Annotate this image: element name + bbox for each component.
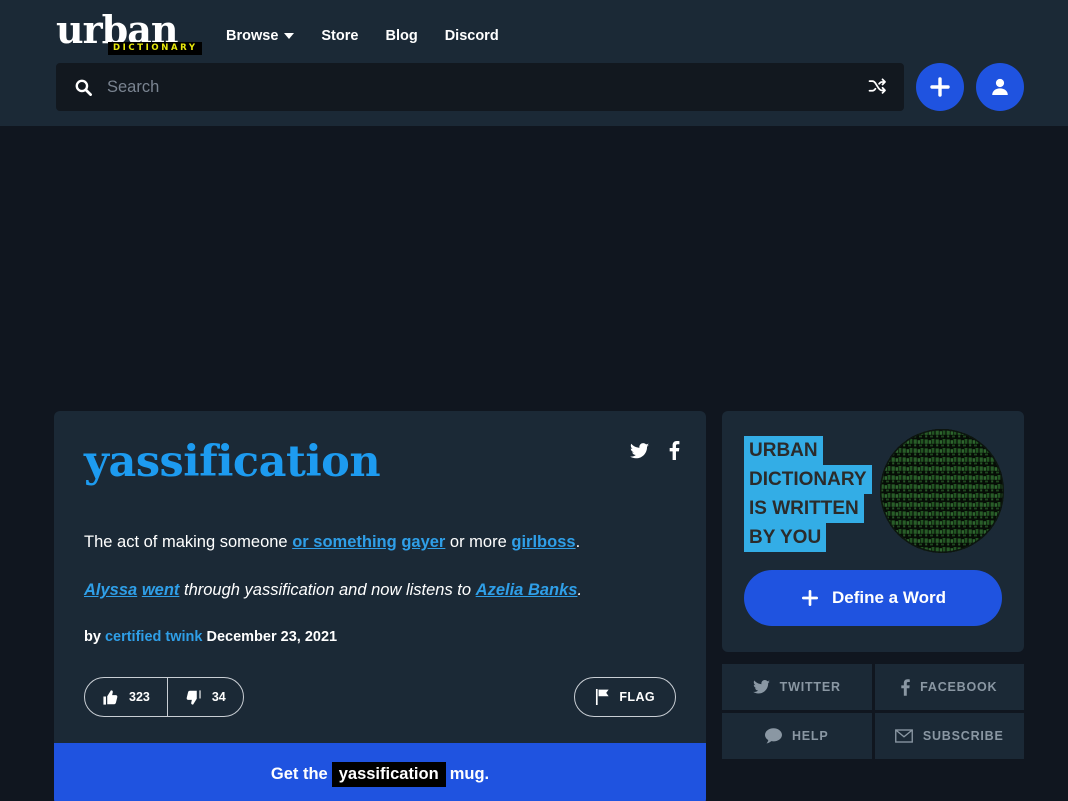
example-link-alyssa[interactable]: Alyssa bbox=[84, 581, 137, 599]
nav-label-blog: Blog bbox=[385, 28, 418, 44]
page-body: yassification The act of making someone … bbox=[0, 126, 1068, 801]
tile-facebook[interactable]: FACEBOOK bbox=[874, 664, 1024, 710]
tile-help[interactable]: HELP bbox=[722, 713, 872, 759]
nav-item-store[interactable]: Store bbox=[321, 28, 358, 44]
definition-share-row bbox=[630, 441, 680, 460]
flag-button[interactable]: FLAG bbox=[574, 677, 676, 717]
define-a-word-button[interactable]: Define a Word bbox=[744, 570, 1002, 626]
tile-label-twitter: TWITTER bbox=[779, 680, 841, 694]
meaning-text-4: or more bbox=[445, 533, 512, 551]
downvote-button[interactable]: 34 bbox=[166, 678, 243, 716]
mug-banner[interactable]: Get the yassification mug. bbox=[54, 743, 706, 801]
add-definition-button[interactable] bbox=[916, 63, 964, 111]
vote-control: 323 34 bbox=[84, 677, 244, 717]
search-input[interactable] bbox=[107, 77, 864, 97]
logo-subtitle: DICTIONARY bbox=[108, 42, 202, 55]
thumbs-down-icon bbox=[185, 689, 202, 706]
define-a-word-label: Define a Word bbox=[832, 588, 946, 607]
main-nav: Browse Store Blog Discord bbox=[226, 28, 499, 44]
nav-item-browse[interactable]: Browse bbox=[226, 28, 295, 44]
promo-line-4: BY YOU bbox=[744, 523, 827, 552]
definition-example: Alyssa went through yassification and no… bbox=[84, 577, 676, 603]
promo-line-1: URBAN bbox=[744, 436, 823, 465]
nav-label-discord: Discord bbox=[444, 28, 499, 44]
search-icon bbox=[74, 78, 93, 97]
example-link-went[interactable]: went bbox=[142, 581, 180, 599]
downvote-count: 34 bbox=[211, 690, 226, 704]
sidebar-tiles: TWITTER FACEBOOK HELP SUBSCRIBE bbox=[722, 664, 1024, 759]
account-button[interactable] bbox=[976, 63, 1024, 111]
content-area: yassification The act of making someone … bbox=[54, 411, 1024, 801]
meaning-link-or-something[interactable]: or something bbox=[292, 533, 397, 551]
nav-item-discord[interactable]: Discord bbox=[445, 28, 499, 44]
flag-label: FLAG bbox=[619, 690, 655, 704]
tile-twitter[interactable]: TWITTER bbox=[722, 664, 872, 710]
promo-card: URBAN DICTIONARY IS WRITTEN BY YOU Defin… bbox=[722, 411, 1024, 652]
definition-body: yassification The act of making someone … bbox=[54, 411, 706, 743]
shuffle-icon[interactable] bbox=[864, 77, 890, 97]
facebook-icon[interactable] bbox=[669, 441, 680, 460]
example-link-azelia-banks[interactable]: Azelia Banks bbox=[476, 581, 578, 599]
meaning-text-0: The act of making someone bbox=[84, 533, 293, 551]
chat-bubble-icon bbox=[764, 728, 782, 744]
mug-banner-prefix: Get the bbox=[270, 764, 328, 783]
header-search-row bbox=[0, 58, 1068, 116]
tile-label-help: HELP bbox=[791, 729, 829, 743]
author-link[interactable]: certified twink bbox=[105, 629, 203, 645]
sidebar: URBAN DICTIONARY IS WRITTEN BY YOU Defin… bbox=[722, 411, 1024, 801]
definition-card: yassification The act of making someone … bbox=[54, 411, 706, 801]
promo-line-3: IS WRITTEN bbox=[744, 494, 864, 523]
upvote-count: 323 bbox=[129, 690, 150, 704]
example-text-5: . bbox=[577, 581, 583, 599]
meaning-link-gayer[interactable]: gayer bbox=[401, 533, 445, 551]
promo-line-2: DICTIONARY bbox=[744, 465, 872, 494]
definition-word-title[interactable]: yassification bbox=[84, 435, 381, 489]
byline-prefix: by bbox=[84, 629, 101, 645]
definition-actions: 323 34 FLAG bbox=[84, 677, 676, 717]
search-bar[interactable] bbox=[56, 63, 904, 111]
meaning-text-6: . bbox=[575, 533, 581, 551]
upvote-button[interactable]: 323 bbox=[85, 678, 167, 716]
mug-banner-suffix: mug. bbox=[449, 764, 490, 783]
plus-icon bbox=[928, 75, 952, 99]
nav-item-blog[interactable]: Blog bbox=[385, 28, 417, 44]
tile-label-facebook: FACEBOOK bbox=[920, 680, 998, 694]
definition-byline: by certified twink December 23, 2021 bbox=[84, 629, 676, 645]
plus-icon bbox=[800, 588, 820, 608]
tile-subscribe[interactable]: SUBSCRIBE bbox=[874, 713, 1024, 759]
twitter-icon bbox=[752, 680, 770, 694]
mug-banner-word: yassification bbox=[331, 761, 446, 787]
chevron-down-icon bbox=[284, 33, 295, 39]
twitter-icon[interactable] bbox=[630, 442, 649, 459]
site-header: urban DICTIONARY Browse Store Blog Disco… bbox=[0, 0, 1068, 126]
flag-icon bbox=[595, 689, 610, 705]
meaning-link-girlboss[interactable]: girlboss bbox=[511, 533, 575, 551]
site-logo[interactable]: urban DICTIONARY bbox=[56, 10, 208, 58]
nav-label-store: Store bbox=[321, 28, 359, 44]
definition-meaning: The act of making someone or something g… bbox=[84, 529, 676, 555]
example-text-3: through yassification and now listens to bbox=[179, 581, 476, 599]
definition-date: December 23, 2021 bbox=[206, 629, 338, 645]
envelope-icon bbox=[894, 729, 913, 743]
facebook-icon bbox=[901, 678, 910, 696]
nav-label-browse: Browse bbox=[226, 28, 279, 44]
header-top-row: urban DICTIONARY Browse Store Blog Disco… bbox=[0, 0, 1068, 58]
tile-label-subscribe: SUBSCRIBE bbox=[922, 729, 1004, 743]
thumbs-up-icon bbox=[102, 689, 119, 706]
matrix-circle-graphic bbox=[880, 429, 1004, 553]
user-icon bbox=[988, 75, 1012, 99]
